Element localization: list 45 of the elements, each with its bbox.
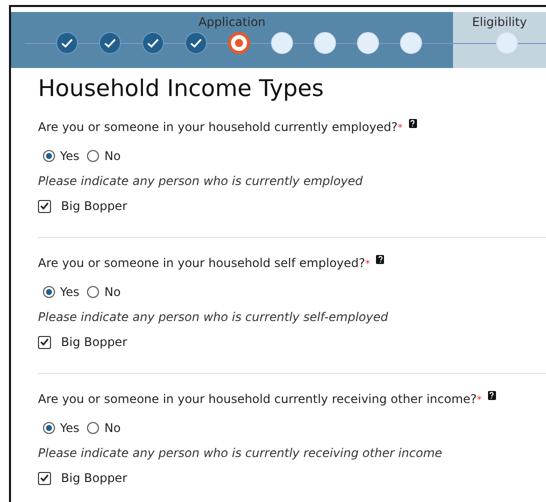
- checkbox[interactable]: [38, 200, 51, 212]
- check-icon: [147, 38, 159, 48]
- radio-button[interactable]: [87, 422, 100, 434]
- question-label: Are you or someone in your household currently employed?*: [38, 119, 403, 136]
- option-label: No: [104, 421, 121, 435]
- step-marker[interactable]: [99, 32, 121, 54]
- check-icon: [61, 38, 73, 48]
- help-icon[interactable]: [488, 391, 496, 400]
- hint-text: Please indicate any person who is currently receiving other income: [38, 445, 444, 460]
- option-label: Yes: [60, 149, 80, 163]
- hint-text: Please indicate any person who is currently employed: [38, 173, 364, 188]
- option-label: Yes: [60, 421, 80, 435]
- help-icon[interactable]: [376, 255, 384, 264]
- page-heading: Household Income Types: [38, 75, 325, 104]
- radio-option[interactable]: No: [87, 149, 121, 163]
- radio-option[interactable]: No: [87, 285, 121, 299]
- radio-button[interactable]: [43, 286, 55, 298]
- radio-option[interactable]: Yes: [43, 421, 80, 435]
- check-icon: [104, 38, 116, 48]
- radio-button[interactable]: [43, 422, 55, 434]
- step-marker[interactable]: [142, 32, 164, 54]
- option-label: No: [104, 149, 121, 163]
- section-label: Application: [198, 14, 266, 29]
- question-label: Are you or someone in your household self employed?*: [38, 255, 370, 272]
- hint-text: Please indicate any person who is currently self-employed: [38, 309, 390, 324]
- checkbox[interactable]: [38, 336, 51, 348]
- person-name: Big Bopper: [61, 335, 128, 349]
- step-marker[interactable]: [228, 32, 250, 54]
- radio-button[interactable]: [87, 286, 100, 298]
- step-marker[interactable]: [56, 32, 78, 54]
- person-name: Big Bopper: [61, 199, 128, 213]
- help-icon[interactable]: [408, 119, 417, 128]
- radio-option[interactable]: Yes: [43, 285, 80, 299]
- section-label: Eligibility: [472, 14, 527, 29]
- option-label: Yes: [60, 285, 80, 299]
- radio-option[interactable]: No: [87, 421, 121, 435]
- radio-button[interactable]: [87, 150, 100, 162]
- check-icon: [190, 38, 202, 48]
- question-label: Are you or someone in your household currently receiving other income?*: [38, 391, 482, 408]
- radio-button[interactable]: [43, 150, 55, 162]
- step-marker[interactable]: [185, 32, 207, 54]
- checkbox[interactable]: [38, 472, 51, 484]
- option-label: No: [104, 285, 121, 299]
- radio-option[interactable]: Yes: [43, 149, 80, 163]
- person-name: Big Bopper: [61, 471, 128, 485]
